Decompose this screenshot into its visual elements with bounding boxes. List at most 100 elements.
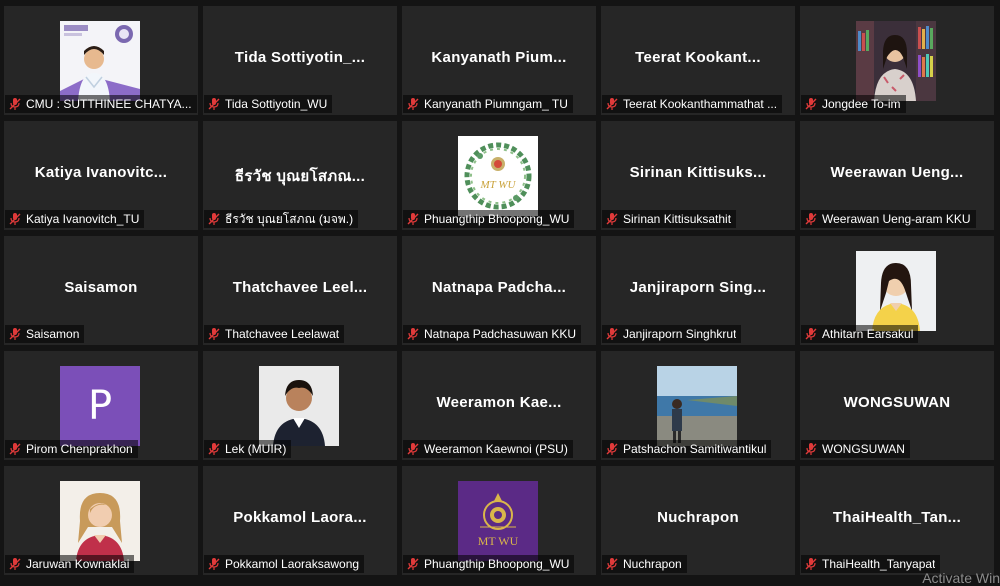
name-bar: Jongdee To-im [801, 95, 906, 113]
muted-mic-icon [407, 213, 419, 225]
participant-name-label: Sirinan Kittisuksathit [623, 212, 732, 226]
name-bar: Athitarn Earsakul [801, 325, 919, 343]
participant-tile[interactable]: Tida Sottiyotin_... Tida Sottiyotin_WU [203, 6, 397, 115]
muted-mic-icon [606, 558, 618, 570]
name-bar: Weerawan Ueng-aram KKU [801, 210, 976, 228]
participant-display-name: Weeramon Kae... [436, 394, 562, 411]
participant-name-label: Weerawan Ueng-aram KKU [822, 212, 971, 226]
participant-name-label: Saisamon [26, 327, 80, 341]
participant-tile[interactable]: Lek (MUIR) [203, 351, 397, 460]
muted-mic-icon [805, 328, 817, 340]
video-thumbnail: MT WU [458, 481, 538, 561]
participant-name-label: Weeramon Kaewnoi (PSU) [424, 442, 568, 456]
participant-name-label: Katiya Ivanovitch_TU [26, 212, 140, 226]
participant-tile[interactable]: Janjiraporn Sing... Janjiraporn Singhkru… [601, 236, 795, 345]
muted-mic-icon [606, 213, 618, 225]
participant-tile[interactable]: Katiya Ivanovitc... Katiya Ivanovitch_TU [4, 121, 198, 230]
participant-tile[interactable]: Sirinan Kittisuks... Sirinan Kittisuksat… [601, 121, 795, 230]
participant-tile[interactable]: Jongdee To-im [800, 6, 994, 115]
participant-display-name: Natnapa Padcha... [431, 279, 567, 296]
participant-tile[interactable]: MT WU Phuangthip Bhoopong_WU [402, 466, 596, 575]
participant-tile[interactable]: WONGSUWAN WONGSUWAN [800, 351, 994, 460]
mt-wu-purple-logo: MT WU [458, 481, 538, 561]
muted-mic-icon [208, 443, 220, 455]
muted-mic-icon [407, 443, 419, 455]
participant-tile[interactable]: Pokkamol Laora... Pokkamol Laoraksawong [203, 466, 397, 575]
participant-tile[interactable]: Weerawan Ueng... Weerawan Ueng-aram KKU [800, 121, 994, 230]
participant-name-label: Thatchavee Leelawat [225, 327, 340, 341]
participant-tile[interactable]: CMU : SUTTHINEE CHATYA... [4, 6, 198, 115]
participant-display-name: Weerawan Ueng... [830, 164, 964, 181]
name-bar: Nuchrapon [602, 555, 687, 573]
muted-mic-icon [805, 213, 817, 225]
participant-tile[interactable]: Jaruwan Kownaklai [4, 466, 198, 575]
participant-name-label: Jongdee To-im [822, 97, 901, 111]
video-thumbnail [60, 481, 140, 561]
participant-tile[interactable]: Natnapa Padcha... Natnapa Padchasuwan KK… [402, 236, 596, 345]
muted-mic-icon [606, 328, 618, 340]
name-bar: Patshachon Samitiwantikul [602, 440, 772, 458]
participant-tile[interactable]: ThaiHealth_Tan... ThaiHealth_Tanyapat [800, 466, 994, 575]
participant-tile[interactable]: P Pirom Chenprakhon [4, 351, 198, 460]
participant-tile[interactable]: Teerat Kookant... Teerat Kookanthammatha… [601, 6, 795, 115]
cmu-slide-image [60, 21, 140, 101]
woman-portrait-image [856, 251, 936, 331]
participant-name-label: Pokkamol Laoraksawong [225, 557, 360, 571]
muted-mic-icon [606, 443, 618, 455]
name-bar: WONGSUWAN [801, 440, 910, 458]
participant-name-label: Lek (MUIR) [225, 442, 287, 456]
muted-mic-icon [9, 558, 21, 570]
participant-tile[interactable]: Athitarn Earsakul [800, 236, 994, 345]
activation-watermark: Activate Win [922, 570, 1000, 586]
video-thumbnail [856, 251, 936, 331]
participant-name-label: Phuangthip Bhoopong_WU [424, 212, 570, 226]
participant-display-name: Kanyanath Pium... [431, 49, 567, 66]
muted-mic-icon [805, 558, 817, 570]
participant-display-name: Tida Sottiyotin_... [234, 49, 366, 66]
name-bar: CMU : SUTTHINEE CHATYA... [5, 95, 197, 113]
woman-portrait-suit-image [259, 366, 339, 446]
participant-name-label: Nuchrapon [623, 557, 682, 571]
mt-wu-wreath-logo: MT WU [458, 136, 538, 216]
participant-tile[interactable]: Saisamon Saisamon [4, 236, 198, 345]
muted-mic-icon [208, 328, 220, 340]
participant-tile[interactable]: Patshachon Samitiwantikul [601, 351, 795, 460]
muted-mic-icon [9, 443, 21, 455]
avatar: P [60, 366, 140, 446]
participant-display-name: Katiya Ivanovitc... [34, 164, 168, 181]
video-thumbnail: MT WU [458, 136, 538, 216]
participant-name-label: ธีรวัช บุณยโสภณ (มจพ.) [225, 211, 354, 226]
participant-name-label: Kanyanath Piumngam_ TU [424, 97, 568, 111]
participant-display-name: ThaiHealth_Tan... [832, 509, 962, 526]
participant-name-label: Janjiraporn Singhkrut [623, 327, 737, 341]
muted-mic-icon [805, 443, 817, 455]
woman-bookshelf-image [856, 21, 936, 101]
video-thumbnail [856, 21, 936, 101]
participant-tile[interactable]: Weeramon Kae... Weeramon Kaewnoi (PSU) [402, 351, 596, 460]
participant-name-label: Teerat Kookanthammathat ... [623, 97, 778, 111]
participant-tile[interactable]: Thatchavee Leel... Thatchavee Leelawat [203, 236, 397, 345]
muted-mic-icon [208, 98, 220, 110]
participant-tile[interactable]: Nuchrapon Nuchrapon [601, 466, 795, 575]
participant-name-label: Athitarn Earsakul [822, 327, 914, 341]
participant-display-name: Thatchavee Leel... [232, 279, 368, 296]
participant-name-label: Pirom Chenprakhon [26, 442, 133, 456]
name-bar: Janjiraporn Singhkrut [602, 325, 742, 343]
name-bar: Phuangthip Bhoopong_WU [403, 210, 575, 228]
name-bar: Lek (MUIR) [204, 440, 292, 458]
muted-mic-icon [9, 213, 21, 225]
participant-display-name: WONGSUWAN [843, 394, 951, 411]
participant-display-name: Nuchrapon [657, 509, 739, 526]
name-bar: Pokkamol Laoraksawong [204, 555, 365, 573]
name-bar: Katiya Ivanovitch_TU [5, 210, 145, 228]
name-bar: ThaiHealth_Tanyapat [801, 555, 941, 573]
participant-display-name: Pokkamol Laora... [233, 509, 367, 526]
name-bar: Phuangthip Bhoopong_WU [403, 555, 575, 573]
participant-tile[interactable]: ธีรวัช บุณยโสภณ... ธีรวัช บุณยโสภณ (มจพ.… [203, 121, 397, 230]
participant-tile[interactable]: Kanyanath Pium... Kanyanath Piumngam_ TU [402, 6, 596, 115]
muted-mic-icon [407, 98, 419, 110]
video-thumbnail [657, 366, 737, 446]
participant-tile[interactable]: MT WU Phuangthip Bhoopong_WU [402, 121, 596, 230]
muted-mic-icon [606, 98, 618, 110]
name-bar: Thatchavee Leelawat [204, 325, 345, 343]
